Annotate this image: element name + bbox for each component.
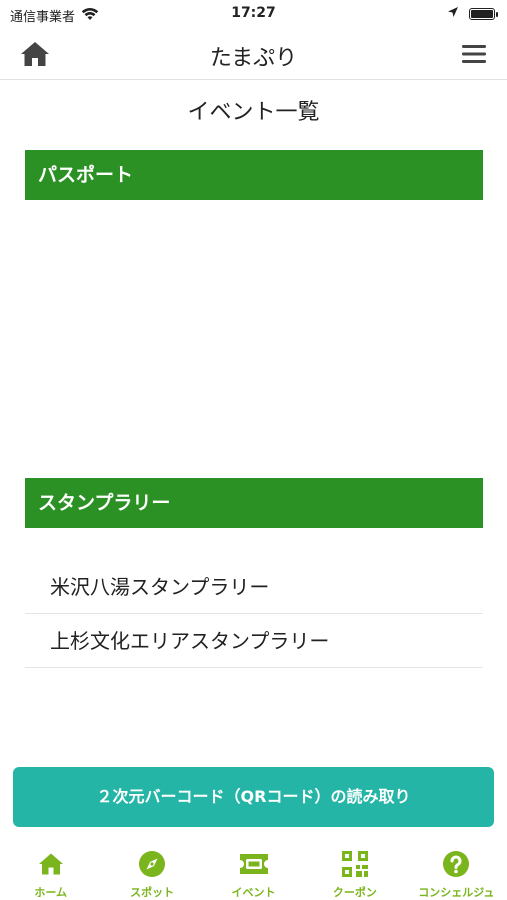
tab-label-home: ホーム — [34, 886, 68, 899]
qr-scan-button[interactable]: ２次元バーコード（QRコード）の読み取り — [13, 767, 494, 827]
nav-header: たまぷり — [0, 30, 507, 80]
tab-label-concierge: コンシェルジュ — [418, 886, 495, 899]
app-title: たまぷり — [209, 46, 298, 71]
menu-button[interactable] — [461, 42, 487, 66]
tab-label-spot: スポット — [130, 886, 175, 899]
list-item-uesugi-bunka[interactable]: 上杉文化エリアスタンプラリー — [25, 614, 483, 668]
list-item-yonezawa-hachiyu[interactable]: 米沢八湯スタンプラリー — [25, 560, 483, 614]
tab-coupon[interactable]: クーポン — [304, 840, 405, 900]
stamp-rally-section-header: スタンプラリー — [25, 478, 483, 528]
page-title: イベント一覧 — [187, 100, 320, 125]
help-icon — [440, 848, 472, 880]
status-right — [447, 6, 498, 22]
battery-icon — [469, 8, 498, 20]
home-icon — [35, 848, 67, 880]
location-arrow-icon — [447, 6, 459, 22]
qr-code-icon — [339, 848, 371, 880]
ticket-icon — [238, 848, 270, 880]
tab-event[interactable]: イベント — [203, 840, 304, 900]
tab-label-coupon: クーポン — [332, 886, 377, 899]
tab-spot[interactable]: スポット — [101, 840, 202, 900]
tab-bar: ホーム スポット イベント クーポン コンシェルジュ — [0, 840, 507, 900]
tab-label-event: イベント — [231, 886, 276, 899]
hamburger-menu-icon — [462, 45, 486, 63]
stamp-rally-list: 米沢八湯スタンプラリー 上杉文化エリアスタンプラリー — [25, 560, 483, 668]
status-time: 17:27 — [231, 5, 276, 21]
passport-section-header: パスポート — [25, 150, 483, 200]
tab-home[interactable]: ホーム — [0, 840, 101, 900]
status-bar: 通信事業者 17:27 — [0, 0, 507, 30]
tab-concierge[interactable]: コンシェルジュ — [406, 840, 507, 900]
compass-icon — [136, 848, 168, 880]
